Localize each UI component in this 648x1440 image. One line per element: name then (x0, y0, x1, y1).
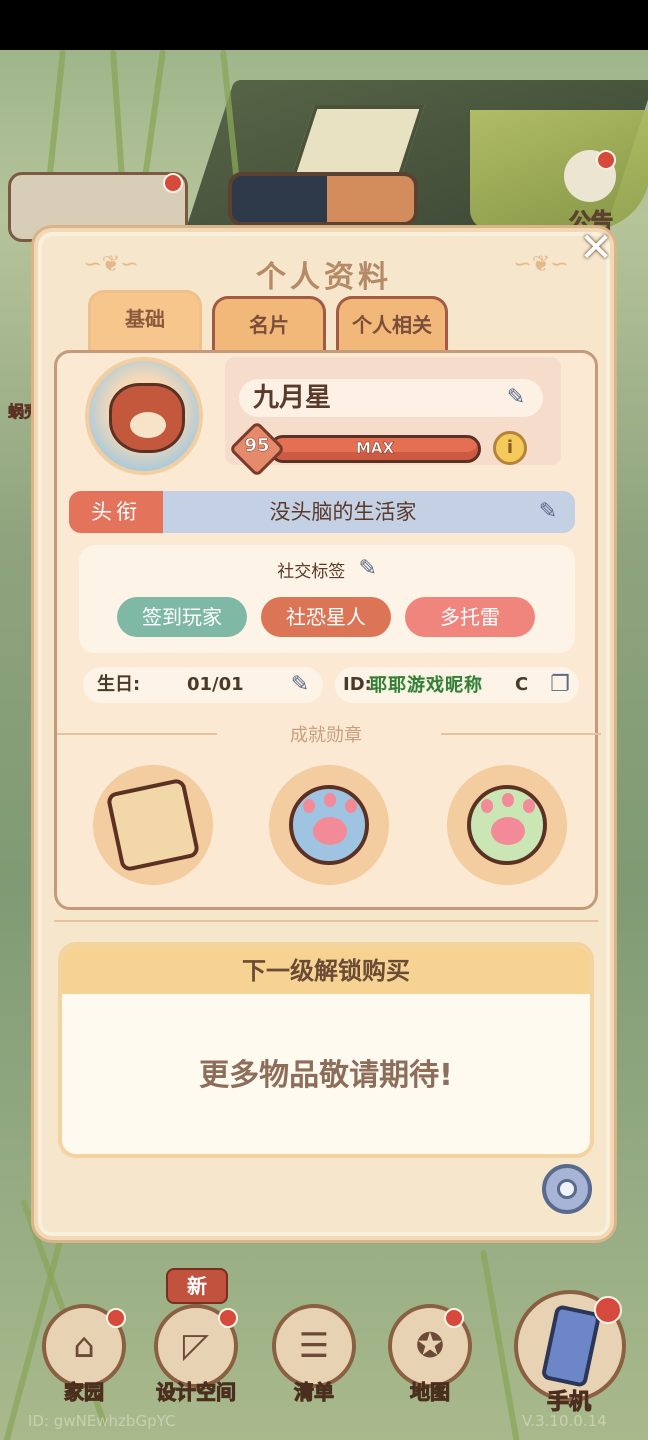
social-tag[interactable]: 社恐星人 (261, 597, 391, 637)
night-half (232, 176, 327, 222)
level-number: 95 (244, 435, 270, 457)
day-night-indicator (228, 172, 418, 226)
nav-home[interactable]: ⌂ 家园 (34, 1304, 134, 1414)
edit-tags-icon[interactable]: ✎ (355, 556, 381, 582)
nav-design-space[interactable]: ◸ 设计空间 (146, 1304, 246, 1414)
profile-avatar[interactable] (85, 357, 203, 475)
info-icon[interactable]: i (493, 431, 527, 465)
house-icon: ⌂ (73, 1326, 95, 1366)
right-flourish: ∽❦∽ (513, 252, 569, 277)
owl-map-icon: ✪ (415, 1326, 445, 1366)
notification-dot (218, 1308, 238, 1328)
list-icon: ☰ (298, 1326, 330, 1366)
name-section: 九月星 ✎ MAX 95 i (225, 357, 561, 478)
blue-paw-medal[interactable] (265, 765, 393, 885)
title-label: 头衔 (69, 491, 163, 533)
settings-gear-icon[interactable] (542, 1164, 592, 1214)
calendar-medal[interactable] (89, 765, 217, 885)
nav-phone[interactable]: 手机 (508, 1290, 630, 1420)
birthday-row: 生日: 01/01 ✎ (83, 667, 323, 703)
social-tag[interactable]: 签到玩家 (117, 597, 247, 637)
social-tag[interactable]: 多托雷 (405, 597, 535, 637)
status-bar (0, 0, 648, 50)
footer-id: ID: gwNEwhzbGpYC (28, 1412, 176, 1430)
section-divider (54, 920, 598, 922)
social-tags-title-text: 社交标签 (277, 562, 346, 582)
player-name: 九月星 (239, 379, 543, 417)
unlock-box: 下一级解锁购买 更多物品敬请期待! (58, 942, 594, 1158)
unlock-header: 下一级解锁购买 (62, 946, 590, 994)
notification-dot (594, 1296, 622, 1324)
notice-button[interactable]: 公告 (556, 150, 626, 236)
day-half (327, 176, 414, 222)
notification-dot (106, 1308, 126, 1328)
edit-name-icon[interactable]: ✎ (499, 385, 533, 411)
title-row: 头衔 没头脑的生活家 ✎ (69, 491, 575, 533)
achievements-title: 成就勋章 (290, 725, 362, 746)
tab-personal[interactable]: 个人相关 (336, 296, 448, 358)
new-badge: 新 (166, 1268, 228, 1304)
notification-dot (163, 173, 183, 193)
birthday-label: 生日: (97, 674, 141, 695)
notification-dot (444, 1308, 464, 1328)
level-bar-text: MAX (355, 439, 395, 458)
social-tags-box: 社交标签 ✎ 签到玩家 社恐星人 多托雷 (79, 545, 575, 653)
blue-paw-icon (289, 785, 369, 865)
title-value[interactable]: 没头脑的生活家 (163, 491, 523, 533)
edit-birthday-icon[interactable]: ✎ (283, 672, 317, 698)
unlock-message: 更多物品敬请期待! (199, 1058, 453, 1093)
nav-list-label: 清单 (294, 1380, 335, 1405)
tab-card[interactable]: 名片 (212, 296, 326, 358)
nickname-overlay: 耶耶游戏昵称 (369, 675, 483, 696)
nav-map[interactable]: ✪ 地图 (380, 1304, 480, 1414)
ruler-icon: ◸ (182, 1326, 210, 1366)
red-panda-icon (109, 383, 185, 453)
close-button[interactable]: ✕ (578, 228, 614, 268)
social-tags-title: 社交标签 ✎ (79, 556, 575, 584)
id-label: ID: (343, 674, 372, 695)
nav-map-label: 地图 (410, 1380, 451, 1405)
footer-version: V.3.10.0.14 (522, 1412, 607, 1430)
nav-design-label: 设计空间 (156, 1380, 237, 1405)
profile-card: 九月星 ✎ MAX 95 i 头衔 没头脑的生活家 ✎ 社交标签 ✎ 签到玩家 … (54, 350, 601, 910)
nav-list[interactable]: ☰ 清单 (264, 1304, 364, 1414)
birthday-value: 01/01 (187, 674, 244, 695)
edit-title-icon[interactable]: ✎ (531, 499, 565, 525)
notification-dot (596, 150, 616, 170)
nav-home-label: 家园 (64, 1380, 105, 1405)
profile-panel: ∽❦∽ 个人资料 ∽❦∽ 基础 名片 个人相关 九月星 ✎ MAX 95 i 头… (34, 228, 614, 1240)
green-paw-medal[interactable] (443, 765, 571, 885)
copy-icon[interactable]: ❐ (543, 672, 577, 698)
green-paw-icon (467, 785, 547, 865)
id-tail: C (515, 674, 529, 695)
calendar-icon (105, 777, 201, 873)
